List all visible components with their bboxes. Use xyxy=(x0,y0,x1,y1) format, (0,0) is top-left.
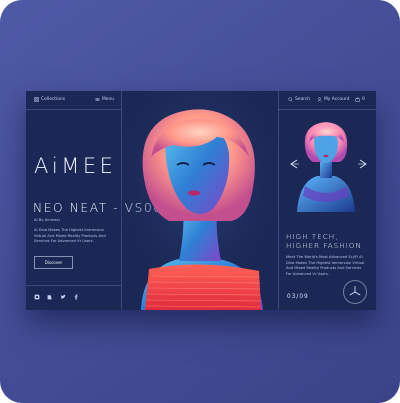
bag-icon xyxy=(355,97,360,102)
hero-portrait-image xyxy=(121,91,278,310)
nav-account-label: My Account xyxy=(324,97,350,102)
side-headline-line2: HIGHER FASHION xyxy=(286,240,362,250)
search-icon xyxy=(288,97,293,102)
slide-counter: 03/09 xyxy=(287,294,309,300)
side-description: Meet The World's Most Advanced Sci/Fi Ai… xyxy=(286,255,365,276)
facebook-icon[interactable] xyxy=(73,294,79,300)
nav-collections-label: Collections xyxy=(41,97,66,102)
discover-button[interactable]: Discover xyxy=(34,256,73,269)
nav-menu[interactable]: Menu xyxy=(95,97,114,102)
behance-icon[interactable] xyxy=(47,294,53,300)
nav-search-label: Search xyxy=(295,97,311,102)
chevron-left-icon[interactable] xyxy=(288,158,300,170)
fan-icon xyxy=(349,286,361,296)
nav-menu-label: Menu xyxy=(102,97,115,102)
header-divider-right xyxy=(278,109,376,110)
divider-right xyxy=(278,91,279,310)
header-divider-left xyxy=(26,109,121,110)
nav-collections[interactable]: Collections xyxy=(34,97,65,102)
nav-search[interactable]: Search xyxy=(288,97,310,102)
cart-count: 0 xyxy=(362,97,365,102)
nav-account[interactable]: My Account xyxy=(317,97,350,102)
side-headline: HIGH TECH, HIGHER FASHION xyxy=(286,232,362,250)
twitter-icon[interactable] xyxy=(60,294,66,300)
hero-description: Ai Diva Makes The Highest Immersion Virt… xyxy=(34,228,106,244)
user-icon xyxy=(317,97,322,102)
website-mockup-card: Collections Menu Search My Account 0 AiM… xyxy=(26,91,376,310)
thumbnail-portrait-image xyxy=(297,122,355,212)
hamburger-icon xyxy=(95,98,100,101)
screenshot: Collections Menu Search My Account 0 AiM… xyxy=(0,0,400,403)
discover-button-label: Discover xyxy=(44,260,63,265)
chevron-right-icon[interactable] xyxy=(357,158,369,170)
grid-icon xyxy=(34,97,39,102)
byline: AI By Aimeeai xyxy=(34,218,60,222)
instagram-icon[interactable] xyxy=(34,294,40,300)
brand-logo: AiMEE xyxy=(34,154,117,178)
nav-cart[interactable]: 0 xyxy=(355,97,365,102)
footer-divider-left xyxy=(26,285,121,286)
fan-button[interactable] xyxy=(343,280,367,304)
